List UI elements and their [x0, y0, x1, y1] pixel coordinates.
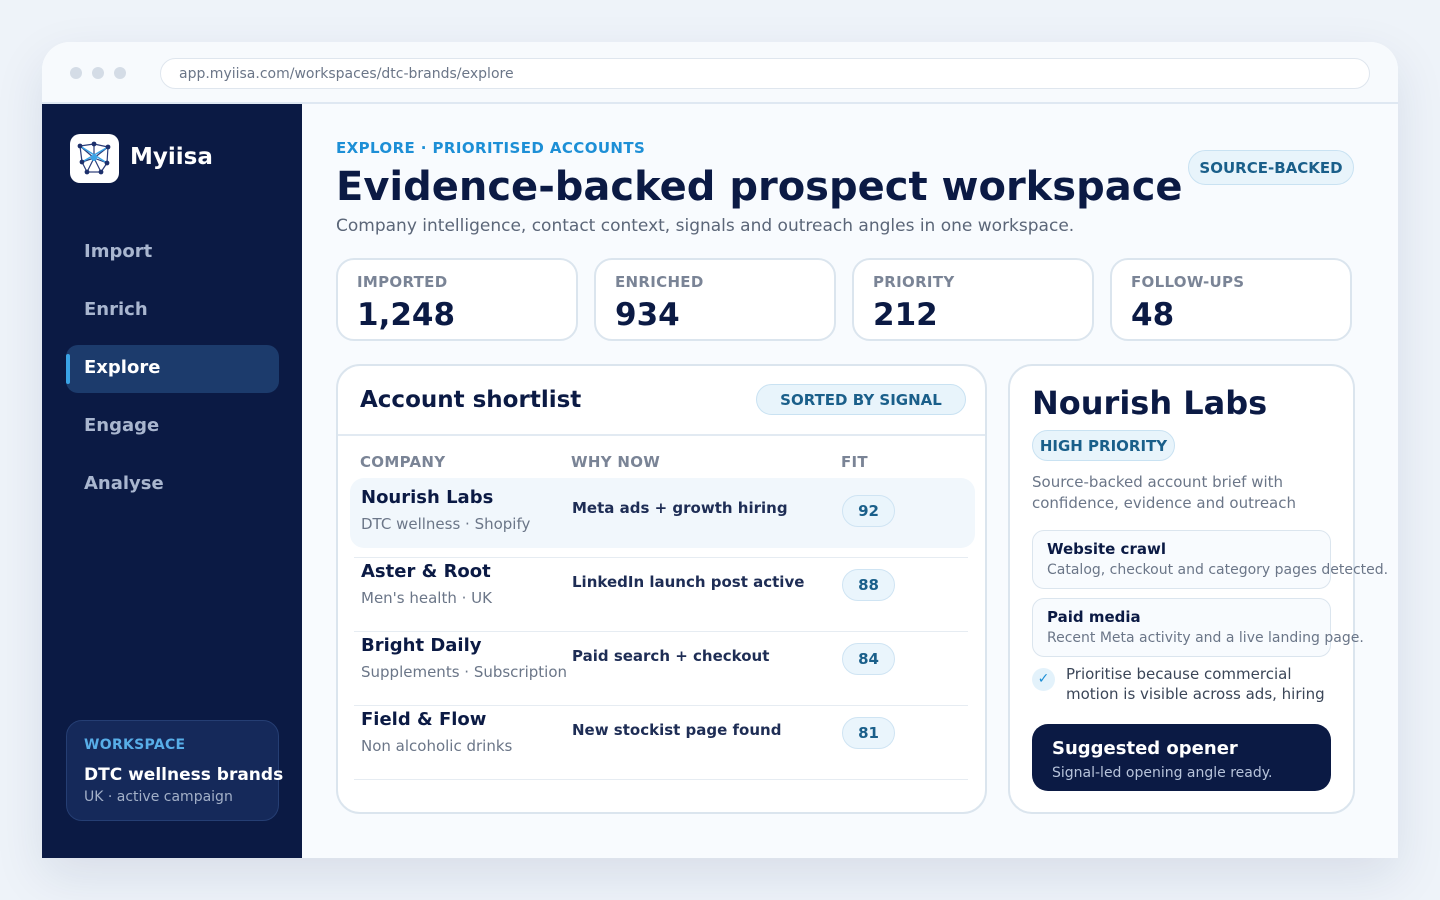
brand-name: Myiisa — [130, 144, 213, 170]
priority-reason: Prioritise because commercial motion is … — [1066, 665, 1325, 703]
network-graph-icon — [77, 141, 111, 175]
table-row[interactable]: Nourish Labs DTC wellness · Shopify Meta… — [350, 478, 975, 548]
sidebar: Myiisa Import Enrich Explore Engage Anal… — [42, 104, 302, 858]
opener-subtitle: Signal-led opening angle ready. — [1052, 765, 1273, 781]
why-now-signal: Meta ads + growth hiring — [572, 499, 788, 517]
stat-card-enriched: ENRICHED 934 — [594, 258, 836, 341]
stat-value: 934 — [615, 297, 680, 333]
column-header-why-now[interactable]: WHY NOW — [571, 453, 660, 471]
stat-card-follow-ups: FOLLOW-UPS 48 — [1110, 258, 1352, 341]
evidence-title: Website crawl — [1047, 540, 1166, 558]
nav-item-analyse[interactable]: Analyse — [66, 461, 279, 509]
stat-label: ENRICHED — [615, 273, 704, 291]
nav-item-enrich[interactable]: Enrich — [66, 287, 279, 335]
nav-item-label: Analyse — [84, 473, 164, 494]
window-maximize-dot[interactable] — [114, 67, 126, 79]
stat-card-imported: IMPORTED 1,248 — [336, 258, 578, 341]
why-now-signal: LinkedIn launch post active — [572, 573, 805, 591]
account-detail-panel: Nourish Labs HIGH PRIORITY Source-backed… — [1008, 364, 1389, 814]
nav-item-import[interactable]: Import — [66, 229, 279, 277]
row-divider — [354, 779, 968, 780]
main-content: EXPLORE · PRIORITISED ACCOUNTS Evidence-… — [302, 104, 1398, 858]
account-shortlist-panel: Account shortlist SORTED BY SIGNAL COMPA… — [336, 364, 987, 814]
company-name: Bright Daily — [361, 635, 482, 656]
company-meta: Supplements · Subscription — [361, 663, 568, 681]
sort-badge[interactable]: SORTED BY SIGNAL — [756, 384, 966, 415]
table-row[interactable]: Field & Flow Non alcoholic drinks New st… — [350, 700, 975, 770]
table-row[interactable]: Bright Daily Supplements · Subscription … — [350, 626, 975, 696]
address-bar[interactable]: app.myiisa.com/workspaces/dtc-brands/exp… — [160, 58, 1370, 89]
company-meta: DTC wellness · Shopify — [361, 515, 531, 533]
nav-item-label: Enrich — [84, 299, 148, 320]
nav-item-label: Import — [84, 241, 153, 262]
window-minimize-dot[interactable] — [92, 67, 104, 79]
column-header-company[interactable]: COMPANY — [360, 453, 445, 471]
workspace-card[interactable]: WORKSPACE DTC wellness brands UK · activ… — [66, 720, 284, 821]
column-header-fit[interactable]: FIT — [841, 453, 868, 471]
evidence-text: Catalog, checkout and category pages det… — [1047, 562, 1389, 578]
nav-item-engage[interactable]: Engage — [66, 403, 279, 451]
company-name: Nourish Labs — [361, 487, 494, 508]
company-name: Aster & Root — [361, 561, 491, 582]
page-subtitle: Company intelligence, contact context, s… — [336, 216, 1075, 236]
browser-chrome: app.myiisa.com/workspaces/dtc-brands/exp… — [42, 42, 1398, 104]
stat-label: IMPORTED — [357, 273, 448, 291]
why-now-signal: Paid search + checkout — [572, 647, 770, 665]
stat-label: FOLLOW-UPS — [1131, 273, 1245, 291]
table-row[interactable]: Aster & Root Men's health · UK LinkedIn … — [350, 552, 975, 622]
stat-value: 48 — [1131, 297, 1175, 333]
panel-divider — [338, 434, 985, 436]
logo[interactable] — [70, 134, 119, 183]
fit-score-badge: 92 — [842, 495, 895, 527]
breadcrumb: EXPLORE · PRIORITISED ACCOUNTS — [336, 139, 646, 157]
suggested-opener-button[interactable]: Suggested opener Signal-led opening angl… — [1032, 724, 1331, 791]
stat-label: PRIORITY — [873, 273, 955, 291]
browser-window: app.myiisa.com/workspaces/dtc-brands/exp… — [42, 42, 1398, 858]
window-close-dot[interactable] — [70, 67, 82, 79]
check-icon: ✓ — [1032, 668, 1055, 691]
evidence-card-website-crawl[interactable]: Website crawl Catalog, checkout and cate… — [1032, 530, 1389, 589]
source-backed-badge: SOURCE-BACKED — [1188, 150, 1354, 185]
evidence-card-paid-media[interactable]: Paid media Recent Meta activity and a li… — [1032, 598, 1364, 657]
evidence-title: Paid media — [1047, 608, 1141, 626]
page-title: Evidence-backed prospect workspace — [336, 164, 1183, 210]
company-name: Field & Flow — [361, 709, 487, 730]
nav-item-label: Engage — [84, 415, 160, 436]
shortlist-title: Account shortlist — [360, 387, 582, 413]
company-meta: Non alcoholic drinks — [361, 737, 513, 755]
nav-item-label: Explore — [84, 357, 161, 378]
opener-title: Suggested opener — [1052, 738, 1238, 759]
why-now-signal: New stockist page found — [572, 721, 782, 739]
stat-card-priority: PRIORITY 212 — [852, 258, 1094, 341]
stat-value: 1,248 — [357, 297, 456, 333]
workspace-subtitle: UK · active campaign — [84, 789, 233, 805]
detail-company-name: Nourish Labs — [1032, 384, 1268, 422]
detail-description: Source-backed account brief with confide… — [1032, 473, 1296, 512]
workspace-label: WORKSPACE — [84, 737, 186, 753]
evidence-text: Recent Meta activity and a live landing … — [1047, 630, 1364, 646]
fit-score-badge: 88 — [842, 569, 895, 601]
priority-badge: HIGH PRIORITY — [1032, 430, 1175, 461]
stat-value: 212 — [873, 297, 938, 333]
nav-item-explore[interactable]: Explore — [66, 345, 279, 393]
fit-score-badge: 81 — [842, 717, 895, 749]
active-indicator — [66, 354, 70, 384]
fit-score-badge: 84 — [842, 643, 895, 675]
company-meta: Men's health · UK — [361, 589, 492, 607]
workspace-name: DTC wellness brands — [84, 765, 284, 785]
